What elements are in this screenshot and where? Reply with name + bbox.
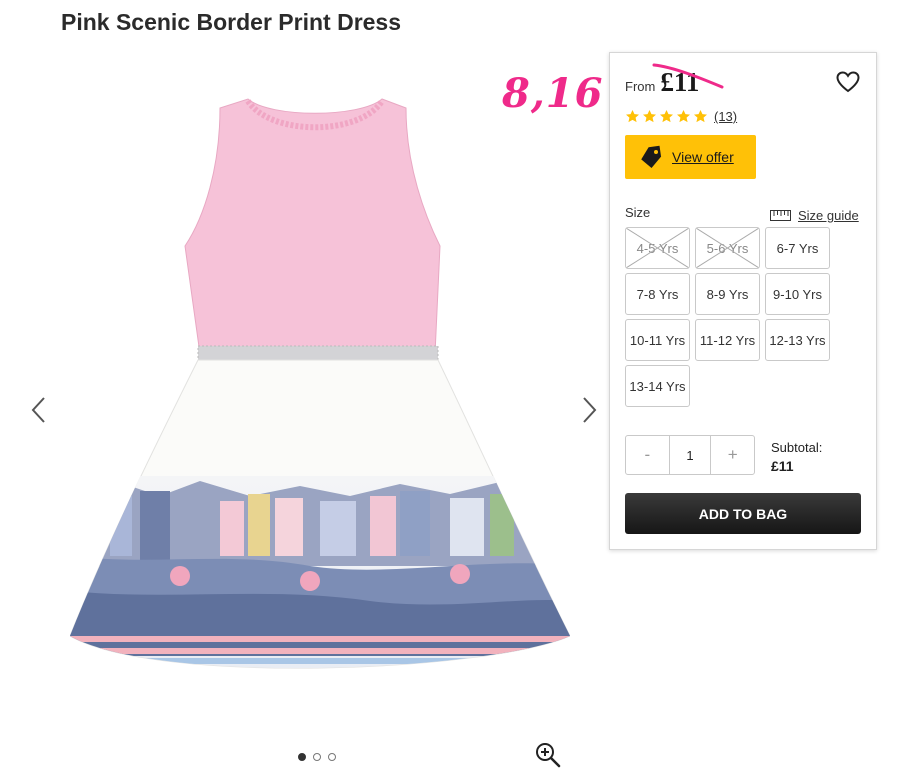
star-icon: [626, 109, 639, 123]
next-image-arrow-icon[interactable]: [576, 395, 600, 425]
price-row: From £11: [625, 63, 724, 98]
product-image: [70, 98, 570, 669]
gallery-dot[interactable]: [298, 753, 306, 761]
quantity-decrease-button[interactable]: -: [626, 436, 669, 474]
size-option[interactable]: 5-6 Yrs: [695, 227, 760, 269]
gallery-pagination: [298, 753, 336, 761]
size-guide-label: Size guide: [798, 208, 859, 223]
quantity-value[interactable]: 1: [668, 436, 712, 474]
wishlist-heart-icon[interactable]: [836, 71, 860, 93]
size-option-label: 6-7 Yrs: [776, 240, 819, 256]
star-icon: [660, 109, 673, 123]
price-value: £11: [660, 67, 700, 97]
previous-image-arrow-icon[interactable]: [28, 395, 52, 425]
view-offer-button[interactable]: View offer: [625, 135, 756, 179]
size-option-label: 13-14 Yrs: [629, 378, 686, 394]
size-option-label: 9-10 Yrs: [773, 286, 822, 302]
page-title: Pink Scenic Border Print Dress: [61, 9, 402, 35]
size-option[interactable]: 13-14 Yrs: [625, 365, 690, 407]
product-price: £11: [652, 63, 724, 98]
star-icon: [694, 109, 707, 123]
size-option-label: 12-13 Yrs: [769, 332, 826, 348]
star-icon: [643, 109, 656, 123]
product-purchase-panel: From £11 (13) View offer Size Size guide…: [609, 52, 877, 550]
size-option[interactable]: 4-5 Yrs: [625, 227, 690, 269]
price-tag-icon: [641, 145, 662, 169]
rating-row: (13): [625, 109, 737, 124]
subtotal-amount: £11: [771, 458, 794, 474]
size-label: Size: [625, 205, 651, 220]
size-option[interactable]: 9-10 Yrs: [765, 273, 830, 315]
size-option-label: 10-11 Yrs: [629, 332, 686, 348]
quantity-increase-button[interactable]: +: [711, 436, 754, 474]
subtotal-label: Subtotal:: [771, 440, 823, 455]
star-icon: [677, 109, 690, 123]
ruler-icon: [770, 210, 791, 221]
from-label: From: [625, 79, 656, 94]
zoom-in-icon[interactable]: [534, 741, 562, 769]
gallery-dot[interactable]: [328, 753, 336, 761]
size-option[interactable]: 8-9 Yrs: [695, 273, 760, 315]
size-guide-link[interactable]: Size guide: [770, 208, 859, 223]
size-option[interactable]: 11-12 Yrs: [695, 319, 760, 361]
review-count-link[interactable]: (13): [714, 109, 737, 124]
subtotal: Subtotal: £11: [771, 439, 822, 475]
size-option[interactable]: 12-13 Yrs: [765, 319, 830, 361]
add-to-bag-button[interactable]: ADD TO BAG: [625, 493, 861, 534]
size-option[interactable]: 7-8 Yrs: [625, 273, 690, 315]
product-gallery: [20, 60, 610, 768]
size-option[interactable]: 6-7 Yrs: [765, 227, 830, 269]
gallery-dot[interactable]: [313, 753, 321, 761]
quantity-stepper: - 1 +: [625, 435, 755, 475]
size-option[interactable]: 10-11 Yrs: [625, 319, 690, 361]
unavailable-cross-icon: [696, 228, 759, 268]
size-option-label: 11-12 Yrs: [699, 332, 756, 348]
size-option-label: 8-9 Yrs: [706, 286, 749, 302]
rating-stars: [625, 109, 710, 124]
unavailable-cross-icon: [626, 228, 689, 268]
view-offer-label: View offer: [672, 149, 734, 165]
size-option-label: 7-8 Yrs: [636, 286, 679, 302]
